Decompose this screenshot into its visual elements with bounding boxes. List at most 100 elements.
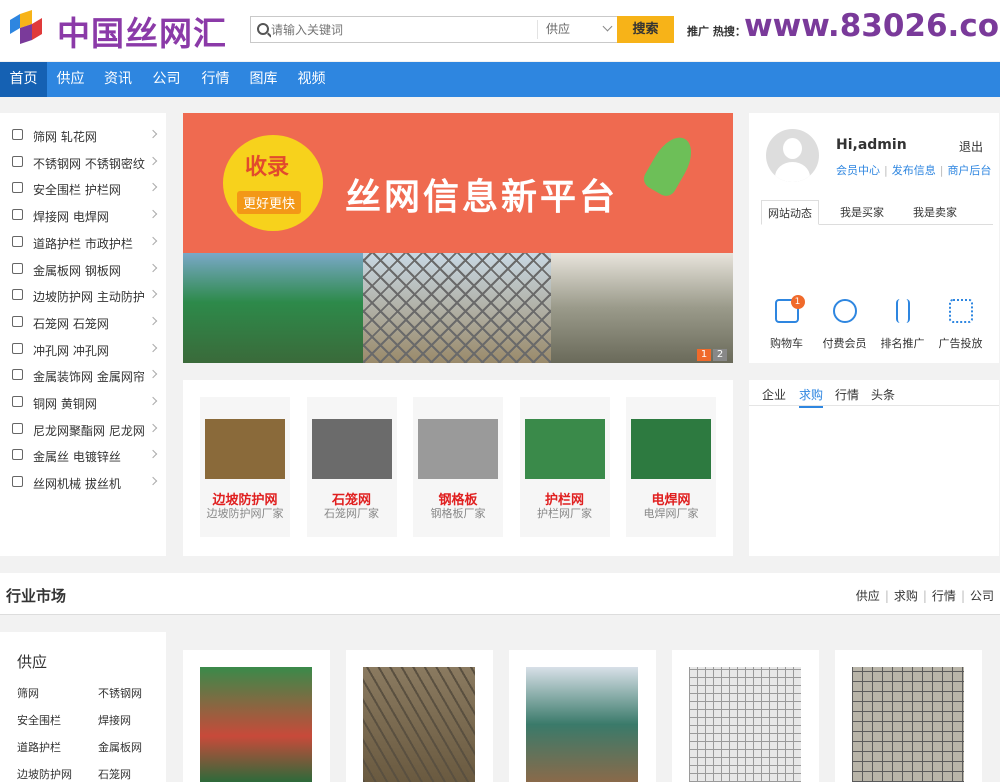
ranking-button[interactable]: 排名推广 [875, 299, 930, 351]
camera-icon [12, 209, 23, 221]
market-link-purchase[interactable]: 求购 [894, 589, 918, 603]
avatar[interactable] [766, 129, 819, 182]
market-title: 行业市场 [6, 587, 67, 605]
category-item[interactable]: 丝网机械 拔丝机 [0, 468, 166, 494]
cart-badge: 1 [790, 295, 805, 309]
chevron-right-icon [148, 263, 158, 272]
chevron-right-icon [148, 476, 158, 486]
supply-title: 供应 [17, 653, 48, 671]
nav-market[interactable]: 行情 [191, 62, 240, 97]
tab-buyer[interactable]: 我是买家 [833, 200, 891, 225]
category-label: 道路护栏 市政护栏 [33, 236, 133, 251]
supply-item[interactable]: 筛网 [17, 685, 39, 701]
supply-item[interactable]: 不锈钢网 [98, 685, 142, 701]
category-label: 金属丝 电镀锌丝 [33, 450, 121, 465]
search-icon [257, 23, 269, 35]
search-type-select[interactable]: 供应 [537, 20, 617, 39]
category-item[interactable]: 尼龙网聚酯网 尼龙网 [0, 415, 166, 441]
chevron-down-icon [602, 21, 613, 32]
grid-icon [12, 182, 23, 194]
category-label: 尼龙网聚酯网 尼龙网 [33, 423, 145, 438]
member-center-link[interactable]: 会员中心 [836, 164, 880, 177]
publish-info-link[interactable]: 发布信息 [892, 164, 936, 177]
news-tabs: 企业 求购 行情 头条 [749, 380, 999, 408]
nav-supply[interactable]: 供应 [47, 62, 94, 97]
market-card[interactable] [183, 650, 330, 782]
category-item[interactable]: 筛网 轧花网 [0, 121, 166, 147]
category-item[interactable]: 不锈钢网 不锈钢密纹 [0, 148, 166, 174]
category-item[interactable]: 石笼网 石笼网 [0, 308, 166, 334]
category-item[interactable]: 冲孔网 冲孔网 [0, 335, 166, 361]
supply-item[interactable]: 安全围栏 [17, 712, 61, 728]
market-link-supply[interactable]: 供应 [856, 589, 880, 603]
category-label: 筛网 轧花网 [33, 130, 97, 144]
supply-item[interactable]: 金属板网 [98, 739, 142, 755]
tab-headlines[interactable]: 头条 [871, 386, 895, 403]
nav-video[interactable]: 视频 [287, 62, 336, 97]
market-card[interactable] [346, 650, 493, 782]
category-item[interactable]: 铜网 黄铜网 [0, 388, 166, 414]
merchant-backend-link[interactable]: 商户后台 [947, 164, 991, 177]
supply-item[interactable]: 边坡防护网 [17, 766, 72, 782]
promo-url[interactable]: www.83026.com [744, 8, 1000, 44]
market-link-company[interactable]: 公司 [970, 589, 994, 603]
category-item[interactable]: 金属板网 钢板网 [0, 255, 166, 281]
supply-item[interactable]: 道路护栏 [17, 739, 61, 755]
featured-products: 边坡防护网 边坡防护网厂家 石笼网 石笼网厂家 钢格板 钢格板厂家 护栏网 护栏网厂家 电焊网电… [183, 380, 733, 556]
product-card[interactable]: 石笼网 石笼网厂家 [306, 397, 397, 537]
product-image [200, 667, 312, 782]
search-button[interactable]: 搜索 [617, 16, 674, 43]
category-item[interactable]: 道路护栏 市政护栏 [0, 228, 166, 254]
tab-enterprise[interactable]: 企业 [762, 386, 786, 403]
nav-home[interactable]: 首页 [0, 62, 47, 97]
cup-icon [12, 342, 23, 354]
product-card[interactable]: 边坡防护网 边坡防护网厂家 [200, 397, 290, 537]
supply-item[interactable]: 石笼网 [98, 766, 131, 782]
user-tabs: 网站动态 我是买家 我是卖家 [761, 200, 993, 225]
market-card[interactable] [672, 650, 819, 782]
search-input[interactable] [271, 19, 531, 40]
banner-dot-1[interactable]: 1 [697, 349, 711, 361]
nav-news[interactable]: 资讯 [94, 62, 142, 97]
supply-item[interactable]: 焊接网 [98, 712, 131, 728]
category-item[interactable]: 安全围栏 护栏网 [0, 174, 166, 200]
category-label: 金属装饰网 金属网帘 [33, 370, 145, 385]
logout-link[interactable]: 退出 [959, 138, 983, 155]
cart-label: 购物车 [770, 337, 803, 350]
chevron-right-icon [148, 423, 158, 432]
tab-quotes[interactable]: 行情 [835, 386, 859, 403]
logo-icon[interactable] [6, 8, 46, 48]
product-image [526, 667, 638, 782]
tab-site-news[interactable]: 网站动态 [761, 200, 819, 225]
building-icon [12, 155, 23, 167]
cart-button[interactable]: 1 购物车 [759, 295, 814, 351]
ads-button[interactable]: 广告投放 [933, 299, 988, 351]
product-subtitle: 护栏网厂家 [537, 507, 592, 520]
product-card[interactable]: 电焊网 电焊网厂家 [626, 397, 716, 537]
category-item[interactable]: 金属装饰网 金属网帘 [0, 361, 166, 387]
power-icon [12, 289, 23, 301]
market-card[interactable] [835, 650, 982, 782]
site-name[interactable]: 中国丝网汇 [57, 7, 227, 55]
tab-seller[interactable]: 我是卖家 [905, 200, 965, 225]
main-nav: 首页 供应 资讯 公司 行情 图库 视频 [0, 62, 1000, 97]
product-card[interactable]: 护栏网 护栏网厂家 [519, 397, 610, 537]
market-card[interactable] [509, 650, 656, 782]
market-link-quotes[interactable]: 行情 [932, 589, 956, 603]
chevron-right-icon [148, 450, 158, 459]
banner-tag-bottom: 更好更快 [237, 191, 302, 214]
category-label: 不锈钢网 不锈钢密纹 [33, 156, 145, 171]
product-image [363, 667, 475, 782]
banner-carousel[interactable]: 收录 更好更快 丝网信息新平台 12 [183, 113, 733, 363]
product-subtitle: 石笼网厂家 [324, 507, 379, 520]
nav-company[interactable]: 公司 [142, 62, 191, 97]
tab-purchase[interactable]: 求购 [799, 386, 824, 408]
nav-gallery[interactable]: 图库 [240, 62, 287, 97]
category-item[interactable]: 金属丝 电镀锌丝 [0, 441, 166, 467]
product-card[interactable]: 钢格板 钢格板厂家 [413, 397, 503, 537]
category-item[interactable]: 边坡防护网 主动防护 [0, 281, 166, 307]
rocket-icon [640, 130, 700, 200]
vip-button[interactable]: 付费会员 [817, 299, 872, 351]
banner-dot-2[interactable]: 2 [713, 349, 727, 361]
category-item[interactable]: 焊接网 电焊网 [0, 201, 166, 227]
